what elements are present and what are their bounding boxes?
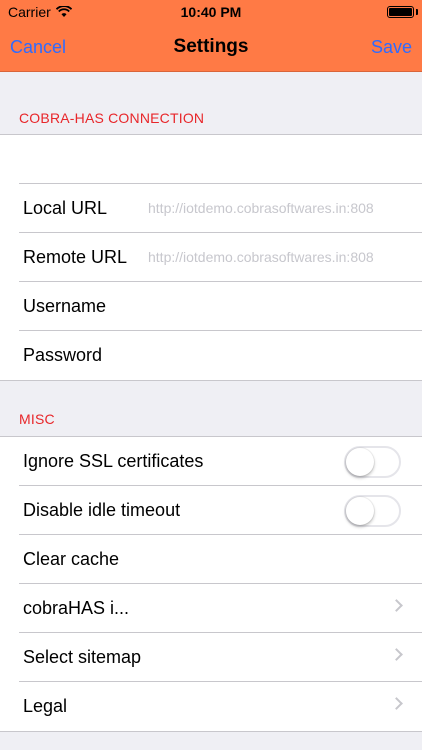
- toggle-knob: [346, 448, 374, 476]
- battery-tip: [416, 9, 418, 15]
- chevron-right-icon: [390, 648, 403, 661]
- cobrahas-info-label: cobraHAS i...: [23, 598, 130, 618]
- connection-group: Local URL http://iotdemo.cobrasoftwares.…: [0, 134, 422, 381]
- local-url-row[interactable]: Local URL http://iotdemo.cobrasoftwares.…: [0, 184, 422, 233]
- username-label: Username: [23, 296, 107, 316]
- section-header-misc: MISC: [19, 411, 55, 427]
- disable-idle-timeout-label: Disable idle timeout: [23, 500, 181, 520]
- local-url-input[interactable]: http://iotdemo.cobrasoftwares.in:808: [148, 200, 374, 216]
- username-row[interactable]: Username: [0, 282, 422, 331]
- navigation-bar: Cancel Settings Save: [0, 24, 422, 72]
- ignore-ssl-label: Ignore SSL certificates: [23, 451, 204, 471]
- chevron-right-icon: [390, 599, 403, 612]
- select-sitemap-row[interactable]: Select sitemap: [0, 633, 422, 682]
- local-url-label: Local URL: [23, 198, 108, 218]
- status-bar: Carrier 10:40 PM: [0, 0, 422, 24]
- select-sitemap-label: Select sitemap: [23, 647, 142, 667]
- legal-label: Legal: [23, 696, 68, 716]
- toggle-knob: [346, 497, 374, 525]
- remote-url-input[interactable]: http://iotdemo.cobrasoftwares.in:808: [148, 249, 374, 265]
- password-row[interactable]: Password: [0, 331, 422, 380]
- misc-group: Ignore SSL certificates Disable idle tim…: [0, 436, 422, 732]
- battery-icon: [387, 6, 414, 18]
- chevron-right-icon: [390, 697, 403, 710]
- disable-idle-timeout-toggle[interactable]: [344, 495, 401, 527]
- empty-field-row[interactable]: [0, 135, 422, 184]
- remote-url-row[interactable]: Remote URL http://iotdemo.cobrasoftwares…: [0, 233, 422, 282]
- cobrahas-info-row[interactable]: cobraHAS i...: [0, 584, 422, 633]
- disable-idle-timeout-row: Disable idle timeout: [0, 486, 422, 535]
- ignore-ssl-row: Ignore SSL certificates: [0, 437, 422, 486]
- clear-cache-row[interactable]: Clear cache: [0, 535, 422, 584]
- save-button[interactable]: Save: [371, 37, 412, 58]
- clear-cache-label: Clear cache: [23, 549, 120, 569]
- legal-row[interactable]: Legal: [0, 682, 422, 731]
- page-title: Settings: [173, 36, 249, 57]
- remote-url-label: Remote URL: [23, 247, 128, 267]
- ignore-ssl-toggle[interactable]: [344, 446, 401, 478]
- password-label: Password: [23, 345, 103, 365]
- status-time: 10:40 PM: [180, 4, 242, 20]
- section-header-connection: COBRA-HAS CONNECTION: [19, 110, 205, 126]
